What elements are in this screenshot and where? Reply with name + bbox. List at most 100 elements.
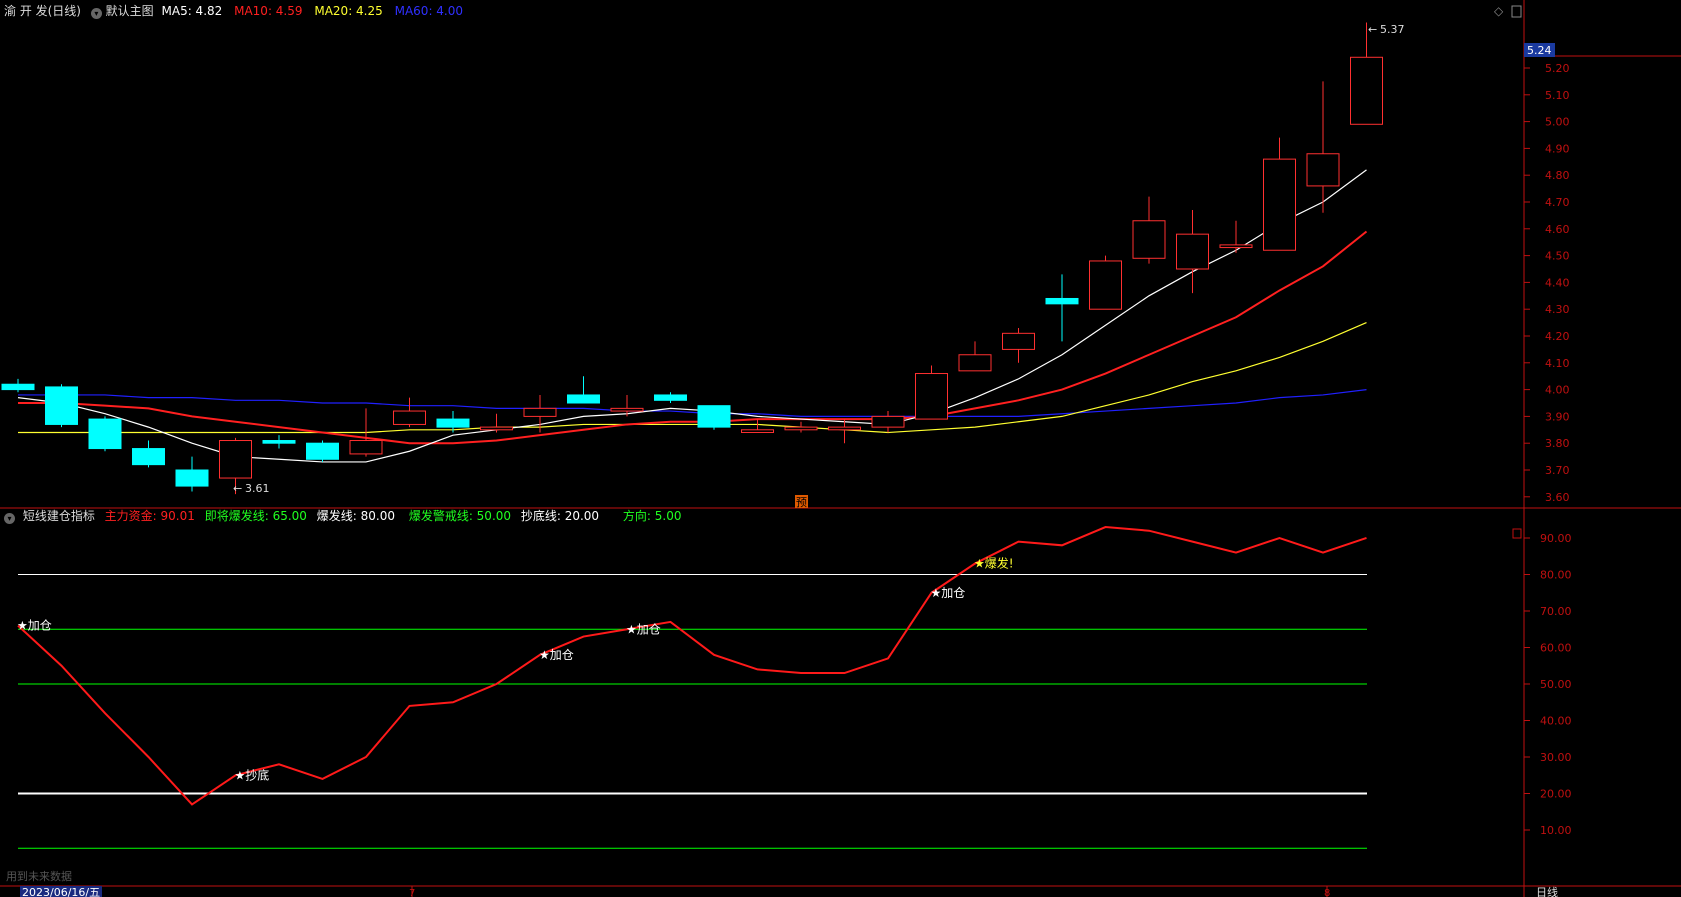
candle[interactable] — [45, 384, 78, 428]
indicator-tick-label: 90.00 — [1540, 532, 1572, 545]
price-tick-label: 5.20 — [1545, 62, 1570, 75]
candle[interactable] — [1089, 255, 1122, 310]
indicator-tick-label: 60.00 — [1540, 642, 1572, 655]
candle[interactable] — [132, 440, 165, 468]
candle[interactable] — [1219, 220, 1253, 253]
candle[interactable] — [1176, 210, 1209, 294]
candle[interactable] — [610, 394, 644, 417]
period-tab[interactable]: 日线 — [1536, 885, 1558, 897]
candle-body — [741, 429, 774, 433]
date-label: 2023/06/16/五 — [22, 886, 100, 897]
signal-annotation: ★抄底 — [235, 767, 270, 782]
candle-body — [958, 354, 992, 372]
candle[interactable] — [871, 411, 905, 433]
signal-annotation: ★加仓 — [626, 622, 661, 636]
candle[interactable] — [306, 440, 339, 462]
candle-body — [349, 440, 383, 455]
candle-body — [1089, 260, 1122, 310]
current-price-label: 5.24 — [1527, 44, 1552, 57]
candle[interactable] — [784, 421, 818, 433]
candle-body — [654, 394, 687, 401]
indicator-tick-label: 20.00 — [1540, 788, 1572, 801]
price-tick-label: 4.70 — [1545, 196, 1570, 209]
indicator-tick-label: 70.00 — [1540, 605, 1572, 618]
candle[interactable] — [175, 456, 209, 492]
stock-chart[interactable]: ◇ ★加仓 ★抄底 ★加仓 ★加仓 ★加仓 ★爆发! 5.20 5.10 5.00 4.90 4.… — [0, 0, 1681, 897]
candle-body — [915, 373, 948, 420]
ma20-line — [18, 322, 1367, 434]
candle[interactable] — [1350, 22, 1383, 125]
candle-body — [1132, 220, 1166, 259]
candle[interactable] — [1263, 137, 1296, 251]
candle-body — [567, 394, 600, 404]
panel-toggle-icon[interactable] — [1512, 528, 1522, 539]
candle-body — [610, 407, 644, 412]
candle[interactable] — [1132, 196, 1166, 264]
price-tick-label: 4.50 — [1545, 250, 1570, 263]
price-tick-label: 4.40 — [1545, 276, 1570, 289]
candle-body — [1045, 297, 1079, 305]
signal-annotation: ★加仓 — [17, 619, 52, 633]
candle-body — [132, 448, 165, 466]
price-tick-label: 5.10 — [1545, 89, 1570, 102]
low-marker-arrow: ← — [233, 482, 242, 495]
candle[interactable] — [262, 435, 296, 449]
candle-body — [1, 383, 35, 391]
signal-annotation: ★加仓 — [539, 648, 574, 662]
candle[interactable] — [958, 341, 992, 372]
high-marker-arrow: ← — [1368, 23, 1377, 36]
price-tick-label: 5.00 — [1545, 116, 1570, 129]
low-marker-label: 3.61 — [245, 482, 270, 495]
price-tick-label: 4.10 — [1545, 357, 1570, 370]
indicator-tick-label: 80.00 — [1540, 569, 1572, 582]
candle-body — [1306, 153, 1340, 187]
main-fund-line — [17, 526, 1367, 806]
candle[interactable] — [741, 419, 774, 433]
price-tick-label: 4.00 — [1545, 384, 1570, 397]
forecast-flag-label: 预 — [796, 496, 807, 509]
price-tick-label: 3.70 — [1545, 464, 1570, 477]
window-toggle-icon[interactable] — [1511, 5, 1522, 18]
ma60-line — [18, 389, 1367, 417]
candle[interactable] — [654, 392, 687, 403]
candle[interactable] — [480, 413, 513, 433]
candle-body — [523, 407, 557, 417]
candle-body — [262, 440, 296, 444]
price-tick-label: 3.90 — [1545, 410, 1570, 423]
candle[interactable] — [1002, 327, 1035, 363]
candle-body — [1002, 332, 1035, 350]
future-data-note: 用到未来数据 — [6, 869, 72, 883]
month-label-7: 7 — [409, 888, 415, 897]
indicator-tick-label: 40.00 — [1540, 715, 1572, 728]
candle-body — [393, 410, 426, 425]
candle-body — [88, 418, 122, 450]
candle-body — [784, 426, 818, 431]
candle[interactable] — [88, 416, 122, 452]
candle[interactable] — [1045, 274, 1079, 342]
candle-body — [436, 418, 470, 428]
signal-annotation: ★爆发! — [974, 556, 1014, 571]
candle-body — [1219, 244, 1253, 249]
candle-body — [306, 442, 339, 460]
price-tick-label: 4.80 — [1545, 169, 1570, 182]
diamond-icon[interactable]: ◇ — [1494, 4, 1504, 18]
candle[interactable] — [393, 397, 426, 428]
candle-body — [45, 386, 78, 425]
indicator-tick-label: 30.00 — [1540, 751, 1572, 764]
candle[interactable] — [697, 405, 731, 430]
candle[interactable] — [567, 376, 600, 404]
ma10-line — [18, 230, 1368, 445]
candle-body — [480, 426, 513, 431]
high-marker-label: 5.37 — [1380, 23, 1405, 36]
candle[interactable] — [1, 378, 35, 393]
candle-body — [175, 469, 209, 487]
price-tick-label: 4.60 — [1545, 223, 1570, 236]
price-tick-label: 4.20 — [1545, 330, 1570, 343]
candle-body — [1350, 56, 1383, 125]
candle-body — [697, 405, 731, 428]
signal-annotation: ★加仓 — [931, 586, 966, 600]
candle[interactable] — [915, 365, 948, 420]
candle-body — [1176, 233, 1209, 270]
price-tick-label: 3.80 — [1545, 437, 1570, 450]
price-tick-label: 3.60 — [1545, 491, 1570, 504]
